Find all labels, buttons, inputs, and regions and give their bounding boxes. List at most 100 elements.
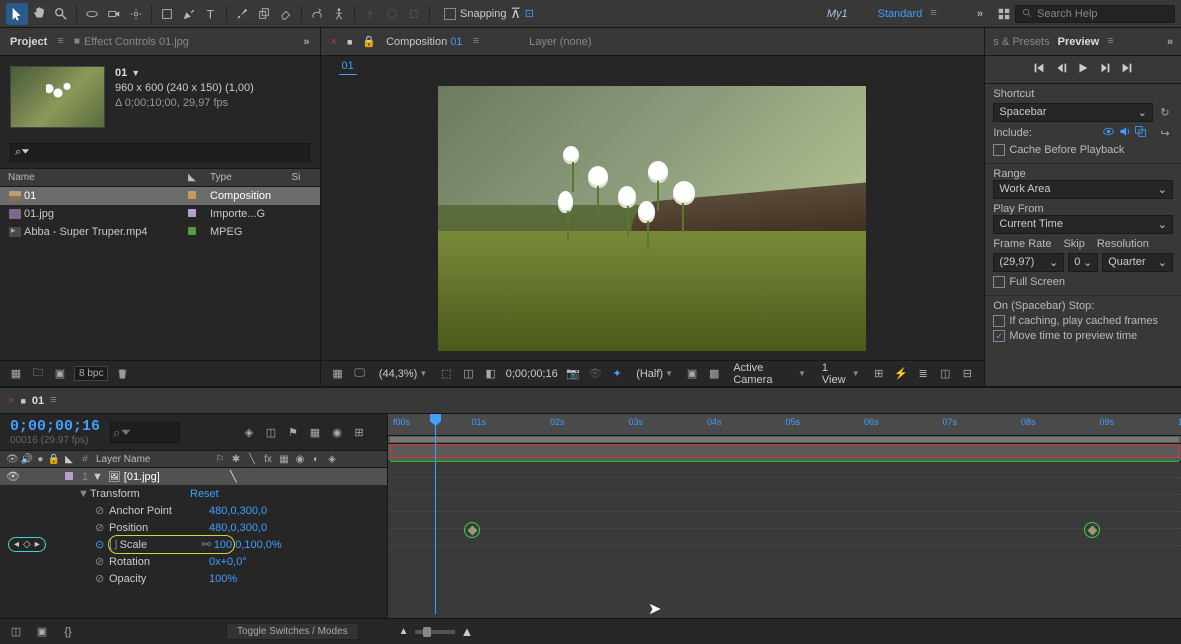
loop-icon[interactable]: ↪ — [1157, 125, 1173, 141]
shortcut-dropdown[interactable]: Spacebar⌄ — [993, 103, 1153, 122]
view-axis-icon[interactable] — [403, 3, 425, 25]
res-dropdown[interactable]: Quarter⌄ — [1102, 253, 1173, 272]
resolution-dropdown[interactable]: (Half)▼ — [632, 368, 677, 380]
zoom-in-icon[interactable]: ▲ — [461, 624, 474, 639]
play-button[interactable] — [1076, 61, 1090, 78]
tab-project[interactable]: Project — [10, 33, 47, 51]
pixel-aspect-icon[interactable]: ⊞ — [872, 366, 886, 382]
project-item-row[interactable]: 01.jpgImporte...G — [0, 205, 320, 223]
include-audio-icon[interactable] — [1118, 125, 1131, 141]
onstop-cache-checkbox[interactable] — [993, 315, 1005, 327]
workspace-menu-icon[interactable]: ≡ — [930, 8, 937, 20]
position-row[interactable]: ⊘ Position 480,0,300,0 — [0, 519, 387, 536]
prev-frame-button[interactable] — [1054, 61, 1068, 78]
transform-group[interactable]: ▼ Transform Reset — [0, 485, 387, 502]
brush-tool[interactable] — [231, 3, 253, 25]
eraser-tool[interactable] — [275, 3, 297, 25]
onstop-move-checkbox[interactable]: ✓ — [993, 330, 1005, 342]
comp-mini-flowchart-icon[interactable]: ◈ — [241, 424, 257, 440]
clone-tool[interactable] — [253, 3, 275, 25]
zoom-out-icon[interactable]: ▲ — [399, 626, 409, 637]
scale-keyframe-last[interactable] — [1084, 522, 1100, 538]
roi-icon[interactable]: ▣ — [685, 366, 699, 382]
scale-keyframe-first[interactable] — [464, 522, 480, 538]
motion-blur-icon[interactable]: ◉ — [329, 424, 345, 440]
link-icon[interactable]: ⚯ — [202, 538, 211, 551]
preview-menu-icon[interactable]: ≡ — [1107, 36, 1114, 48]
project-search-input[interactable]: ⌕⏷ — [10, 143, 310, 162]
tab-presets[interactable]: s & Presets — [993, 36, 1049, 48]
last-frame-button[interactable] — [1120, 61, 1134, 78]
timeline-search-input[interactable] — [110, 422, 180, 443]
type-tool[interactable]: T — [200, 3, 222, 25]
snapshot-icon[interactable]: 📷 — [566, 366, 580, 382]
camera-dropdown[interactable]: Active Camera▼ — [729, 362, 810, 386]
mask-icon[interactable]: ◧ — [484, 366, 498, 382]
safe-zones-icon[interactable]: ◫ — [461, 366, 475, 382]
stopwatch-icon[interactable]: ⊘ — [95, 504, 109, 517]
view-dropdown[interactable]: 1 View▼ — [818, 362, 864, 386]
opacity-row[interactable]: ⊘ Opacity 100% — [0, 570, 387, 587]
magnify-icon[interactable]: ▦ — [331, 366, 345, 382]
reset-icon[interactable]: ↻ — [1157, 105, 1173, 121]
fullscreen-checkbox[interactable] — [993, 276, 1005, 288]
workspace-standard[interactable]: Standard — [878, 8, 923, 20]
bpc-button[interactable]: 8 bpc — [74, 366, 108, 381]
pan-behind-tool[interactable] — [125, 3, 147, 25]
stopwatch-active-icon[interactable]: ⊙ — [95, 538, 109, 551]
project-item-row[interactable]: Abba - Super Truper.mp4MPEG — [0, 223, 320, 241]
cache-checkbox[interactable] — [993, 144, 1005, 156]
keyframe-navigator[interactable]: ◂◇▸ — [8, 537, 46, 552]
puppet-tool[interactable] — [328, 3, 350, 25]
zoom-dropdown[interactable]: (44,3%)▼ — [375, 368, 431, 380]
timeline-icon[interactable]: ≣ — [916, 366, 930, 382]
project-item-row[interactable]: 01Composition — [0, 187, 320, 205]
current-timecode[interactable]: 0;00;00;16 — [10, 418, 100, 435]
camera-tool[interactable] — [103, 3, 125, 25]
timeline-tab[interactable]: 01 — [32, 395, 44, 407]
timeline-menu-icon[interactable]: ≡ — [50, 395, 57, 407]
selection-tool[interactable] — [6, 3, 28, 25]
lock-icon[interactable]: 🔒 — [362, 35, 376, 48]
tag-column-icon[interactable]: ◣ — [188, 172, 210, 183]
show-snapshot-icon[interactable]: 👁 — [588, 366, 602, 382]
draft3d-icon[interactable]: ◫ — [263, 424, 279, 440]
zoom-slider[interactable] — [423, 627, 431, 637]
stopwatch-icon[interactable]: ⊘ — [95, 555, 109, 568]
footer-timecode[interactable]: 0;00;00;16 — [506, 368, 558, 380]
timeline-graph[interactable]: f00s01s02s03s04s05s06s07s08s09s10s — [388, 414, 1181, 618]
graph-icon[interactable]: ⌊⌋ — [109, 538, 118, 551]
snapping-toggle[interactable]: Snapping ⊼ ⊡ — [444, 5, 534, 22]
trash-icon[interactable] — [114, 366, 130, 382]
range-dropdown[interactable]: Work Area⌄ — [993, 180, 1173, 199]
expand-icon[interactable]: ◫ — [8, 624, 24, 640]
comp-breadcrumb[interactable]: 01 — [339, 58, 357, 75]
stopwatch-icon[interactable]: ⊘ — [95, 521, 109, 534]
preview-overflow-icon[interactable]: » — [1167, 36, 1173, 48]
expose-icon[interactable]: ⊟ — [960, 366, 974, 382]
brackets-icon[interactable]: {} — [60, 624, 76, 640]
monitor-icon[interactable]: 🖵 — [353, 366, 367, 382]
grid-icon[interactable] — [993, 3, 1015, 25]
search-help-input[interactable]: Search Help — [1015, 5, 1175, 23]
framerate-dropdown[interactable]: (29,97)⌄ — [993, 253, 1064, 272]
pen-tool[interactable] — [178, 3, 200, 25]
include-overlay-icon[interactable] — [1134, 125, 1147, 141]
tab-composition[interactable]: Composition 01 — [386, 36, 462, 48]
orbit-tool[interactable] — [81, 3, 103, 25]
rotation-row[interactable]: ⊘ Rotation 0x+0,0° — [0, 553, 387, 570]
comp-menu-icon[interactable]: ≡ — [473, 36, 480, 48]
folder-icon[interactable]: 🗀 — [30, 366, 46, 382]
graph-editor-icon[interactable]: ⊞ — [351, 424, 367, 440]
zoom-tool[interactable] — [50, 3, 72, 25]
tab-effect-controls[interactable]: ■ Effect Controls 01.jpg — [74, 33, 189, 51]
reset-link[interactable]: Reset — [190, 488, 219, 500]
first-frame-button[interactable] — [1032, 61, 1046, 78]
composition-viewer[interactable] — [321, 76, 985, 360]
stopwatch-icon[interactable]: ⊘ — [95, 572, 109, 585]
frame-blend-icon[interactable]: ▦ — [307, 424, 323, 440]
next-frame-button[interactable] — [1098, 61, 1112, 78]
include-video-icon[interactable] — [1102, 125, 1115, 141]
playfrom-dropdown[interactable]: Current Time⌄ — [993, 215, 1173, 234]
fast-preview-icon[interactable]: ⚡ — [894, 366, 908, 382]
